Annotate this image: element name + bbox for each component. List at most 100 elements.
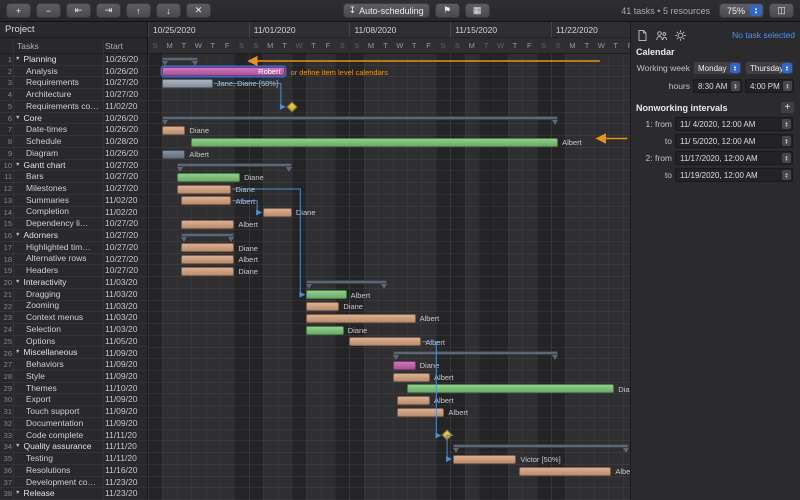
table-row[interactable]: 15 Dependency li… 10/27/20 [0, 218, 147, 231]
interval-datetime-field[interactable]: 11/ 4/2020, 12:00 AM ▴ ▾ [675, 117, 793, 131]
table-row[interactable]: 16 ▼ Adorners 10/27/20 [0, 230, 147, 242]
table-row[interactable]: 36 Resolutions 11/16/20 [0, 465, 147, 477]
stepper-icon[interactable]: ▴ ▾ [731, 81, 740, 91]
table-row[interactable]: 2 Analysis 10/26/20 [0, 66, 147, 78]
gantt-summary-bar[interactable] [162, 57, 199, 66]
gantt-task-bar[interactable] [162, 126, 186, 136]
table-row[interactable]: 29 Themes 11/10/20 [0, 383, 147, 395]
table-row[interactable]: 38 ▼ Release 11/23/20 [0, 488, 147, 500]
outdent-button[interactable]: ⇤ [66, 3, 91, 18]
gantt-task-bar[interactable] [453, 454, 517, 464]
table-row[interactable]: 8 Schedule 10/28/20 [0, 136, 147, 148]
table-row[interactable]: 17 Highlighted tim… 10/27/20 [0, 242, 147, 254]
disclosure-triangle-icon[interactable]: ▼ [15, 348, 20, 359]
gantt-task-bar[interactable] [392, 360, 416, 370]
disclosure-triangle-icon[interactable]: ▼ [15, 441, 20, 452]
gantt-task-bar[interactable] [306, 290, 347, 300]
stepper-icon[interactable]: ▴ ▾ [783, 81, 792, 91]
gantt-task-bar[interactable] [519, 466, 612, 476]
gantt-task-bar[interactable] [181, 255, 235, 265]
gantt-task-bar[interactable] [191, 137, 559, 147]
gantt-task-bar[interactable] [181, 196, 232, 206]
indent-button[interactable]: ⇥ [96, 3, 121, 18]
disclosure-triangle-icon[interactable]: ▼ [15, 488, 20, 499]
table-row[interactable]: 12 Milestones 10/27/20 [0, 183, 147, 195]
table-row[interactable]: 34 ▼ Quality assurance 11/11/20 [0, 441, 147, 454]
gantt-summary-bar[interactable] [162, 115, 559, 125]
zoom-select[interactable]: 75% ▴ ▾ [718, 3, 764, 18]
flag-button[interactable]: ⚑ [434, 3, 460, 18]
hours-end-field[interactable]: 4:00 PM ▴ ▾ [745, 79, 794, 93]
table-row[interactable]: 20 ▼ Interactivity 11/03/20 [0, 277, 147, 289]
table-row[interactable]: 3 Requirements 10/27/20 [0, 77, 147, 90]
table-row[interactable]: 37 Development co… 11/23/20 [0, 477, 147, 489]
stepper-icon[interactable]: ▴ ▾ [782, 119, 791, 129]
gantt-task-bar[interactable] [162, 149, 186, 159]
settings-icon[interactable] [674, 29, 687, 42]
table-row[interactable]: 28 Style 11/09/20 [0, 371, 147, 383]
add-task-button[interactable]: + [6, 3, 31, 18]
gantt-task-bar[interactable] [392, 372, 431, 382]
gantt-summary-bar[interactable] [176, 162, 292, 172]
chart-body[interactable]: Robert Jane, Diane [50%] Diane Albert Albert… [148, 54, 630, 500]
table-row[interactable]: 11 Bars 10/27/20 [0, 171, 147, 184]
disclosure-triangle-icon[interactable]: ▼ [15, 54, 20, 65]
gantt-task-bar[interactable] [349, 337, 422, 347]
table-row[interactable]: 14 Completion 11/02/20 [0, 207, 147, 219]
resources-icon[interactable] [655, 29, 668, 42]
interval-datetime-field[interactable]: 11/17/2020, 12:00 AM ▴ ▾ [675, 151, 793, 165]
gantt-task-bar[interactable] [181, 219, 235, 229]
gantt-task-bar[interactable] [181, 243, 235, 253]
working-week-end-select[interactable]: Thursday ▴ ▾ [745, 61, 794, 75]
hours-start-field[interactable]: 8:30 AM ▴ ▾ [693, 79, 742, 93]
table-row[interactable]: 32 Documentation 11/09/20 [0, 418, 147, 430]
table-row[interactable]: 24 Selection 11/03/20 [0, 324, 147, 336]
columns-button[interactable]: ▦ [464, 3, 490, 18]
table-row[interactable]: 31 Touch support 11/09/20 [0, 406, 147, 418]
stepper-icon[interactable]: ▴ ▾ [782, 170, 791, 180]
gantt-summary-bar[interactable] [392, 350, 559, 360]
panel-toggle-button[interactable]: ◫ [769, 3, 794, 18]
table-row[interactable]: 27 Behaviors 11/09/20 [0, 359, 147, 371]
tasks-column-header[interactable]: Tasks [17, 38, 39, 54]
table-row[interactable]: 33 Code complete 11/11/20 [0, 430, 147, 442]
gantt-task-bar[interactable] [176, 184, 232, 194]
table-row[interactable]: 23 Context menus 11/03/20 [0, 312, 147, 324]
gantt-task-bar[interactable] [407, 384, 615, 394]
gantt-task-bar[interactable] [396, 407, 445, 417]
table-row[interactable]: 5 Requirements co… 11/02/20 [0, 101, 147, 113]
table-row[interactable]: 30 Export 11/09/20 [0, 394, 147, 407]
disclosure-triangle-icon[interactable]: ▼ [15, 230, 20, 241]
table-row[interactable]: 18 Alternative rows 10/27/20 [0, 254, 147, 266]
document-icon[interactable] [636, 29, 649, 42]
gantt-task-bar[interactable] [162, 79, 213, 89]
table-row[interactable]: 13 Summaries 11/02/20 [0, 195, 147, 207]
table-row[interactable]: 7 Date-times 10/26/20 [0, 124, 147, 137]
table-row[interactable]: 22 Zooming 11/03/20 [0, 301, 147, 313]
gantt-task-bar[interactable] [306, 313, 416, 323]
table-row[interactable]: 9 Diagram 10/26/20 [0, 148, 147, 160]
interval-datetime-field[interactable]: 11/ 5/2020, 12:00 AM ▴ ▾ [675, 134, 793, 148]
gantt-summary-bar[interactable] [181, 233, 235, 243]
gantt-task-bar[interactable] [176, 173, 241, 182]
table-row[interactable]: 10 ▼ Gantt chart 10/27/20 [0, 160, 147, 172]
delete-task-button[interactable]: ✕ [186, 3, 211, 18]
gantt-task-bar[interactable] [181, 266, 235, 276]
table-row[interactable]: 6 ▼ Core 10/26/20 [0, 113, 147, 125]
table-row[interactable]: 19 Headers 10/27/20 [0, 265, 147, 278]
table-row[interactable]: 4 Architecture 10/27/20 [0, 89, 147, 101]
auto-scheduling-button[interactable]: ↧ Auto-scheduling [342, 3, 430, 18]
gantt-task-bar[interactable] [396, 396, 431, 406]
gantt-summary-bar[interactable] [306, 280, 387, 290]
stepper-icon[interactable]: ▴ ▾ [782, 136, 791, 146]
table-row[interactable]: 35 Testing 11/11/20 [0, 453, 147, 465]
gantt-task-bar[interactable] [306, 325, 344, 335]
stepper-icon[interactable]: ▴ ▾ [782, 153, 791, 163]
gantt-task-bar[interactable]: Robert [162, 67, 285, 77]
table-row[interactable]: 26 ▼ Miscellaneous 11/09/20 [0, 348, 147, 360]
move-up-button[interactable]: ↑ [126, 3, 151, 18]
remove-task-button[interactable]: − [36, 3, 61, 18]
move-down-button[interactable]: ↓ [156, 3, 181, 18]
add-interval-button[interactable]: + [780, 101, 795, 114]
table-row[interactable]: 25 Options 11/05/20 [0, 336, 147, 348]
